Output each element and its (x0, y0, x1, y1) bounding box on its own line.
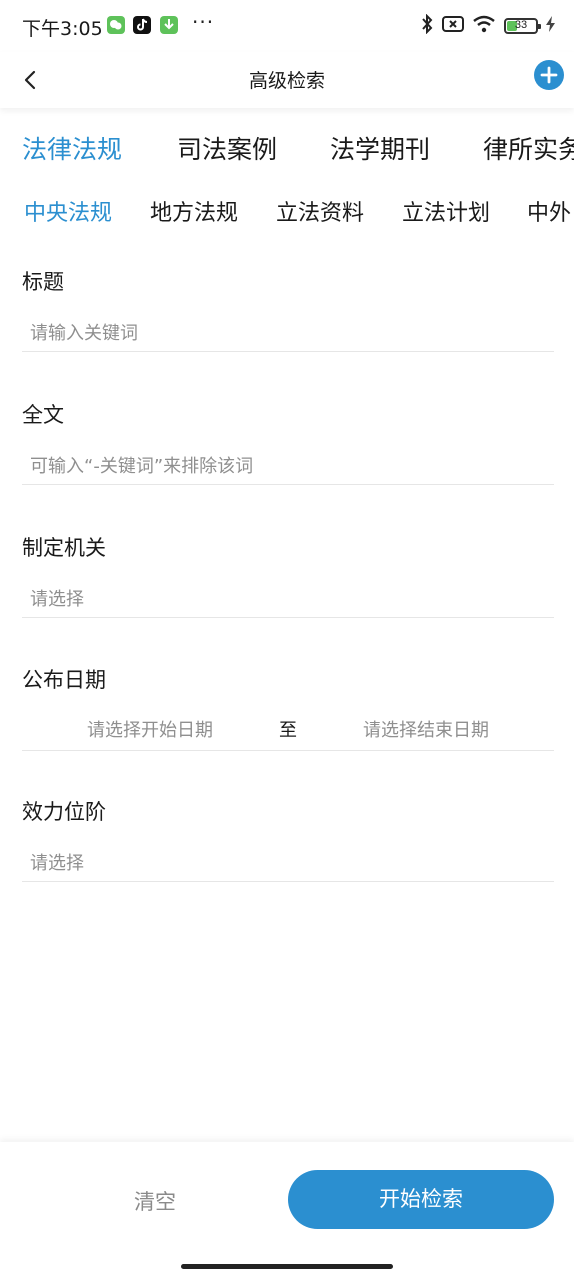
end-date-picker[interactable]: 请选择结束日期 (298, 716, 554, 742)
publish-date-label: 公布日期 (22, 668, 106, 692)
more-dots: ··· (192, 10, 215, 34)
tab-laws-regulations[interactable]: 法律法规 (22, 130, 122, 166)
charging-icon (546, 16, 556, 36)
add-button[interactable] (534, 60, 564, 90)
subtab-foreign[interactable]: 中外 (527, 195, 571, 227)
fulltext-label: 全文 (22, 403, 64, 427)
subtab-legislative-materials[interactable]: 立法资料 (276, 195, 364, 227)
authority-select[interactable]: 请选择 (22, 577, 554, 618)
plus-circle-icon (540, 66, 558, 84)
wifi-icon (472, 15, 496, 37)
tiktok-app-icon (133, 16, 151, 34)
effect-level-select[interactable]: 请选择 (22, 841, 554, 882)
tab-law-firm-practice[interactable]: 律所实务 (483, 130, 574, 166)
subtab-legislative-plans[interactable]: 立法计划 (402, 195, 490, 227)
subtab-central-regulations[interactable]: 中央法规 (24, 195, 112, 227)
nav-bar: 高级检索 (0, 52, 574, 108)
start-date-picker[interactable]: 请选择开始日期 (22, 716, 278, 742)
date-separator: 至 (279, 720, 297, 741)
title-label: 标题 (22, 270, 64, 294)
sim-off-icon (442, 15, 464, 37)
wechat-app-icon (107, 16, 125, 34)
battery-icon: 33 (504, 18, 541, 34)
secondary-tabs: 中央法规 地方法规 立法资料 立法计划 中外 (0, 195, 574, 231)
title-input[interactable]: 请输入关键词 (22, 311, 554, 352)
primary-tabs: 法律法规 司法案例 法学期刊 律所实务 (0, 130, 574, 174)
fulltext-placeholder: 可输入“-关键词”来排除该词 (30, 456, 254, 477)
subtab-local-regulations[interactable]: 地方法规 (150, 195, 238, 227)
start-search-button[interactable]: 开始检索 (288, 1170, 554, 1229)
clear-button[interactable]: 清空 (60, 1182, 250, 1222)
status-bar: 下午3:05 ··· 33 (0, 0, 574, 52)
bottom-action-bar: 清空 开始检索 (0, 1142, 574, 1279)
page-title: 高级检索 (248, 70, 325, 92)
authority-placeholder: 请选择 (30, 589, 84, 610)
home-indicator[interactable] (181, 1264, 393, 1269)
status-right: 33 (420, 13, 556, 38)
title-placeholder: 请输入关键词 (30, 323, 138, 344)
download-app-icon (160, 16, 178, 34)
authority-label: 制定机关 (22, 536, 106, 560)
battery-level: 33 (514, 19, 528, 31)
effect-level-label: 效力位阶 (22, 800, 106, 824)
effect-level-placeholder: 请选择 (30, 853, 84, 874)
tab-judicial-cases[interactable]: 司法案例 (177, 130, 277, 166)
tab-law-journals[interactable]: 法学期刊 (330, 130, 430, 166)
status-time: 下午3:05 (22, 18, 103, 40)
fulltext-input[interactable]: 可输入“-关键词”来排除该词 (22, 444, 554, 485)
bluetooth-icon (420, 13, 434, 38)
publish-date-range: 请选择开始日期 至 请选择结束日期 (22, 706, 554, 751)
